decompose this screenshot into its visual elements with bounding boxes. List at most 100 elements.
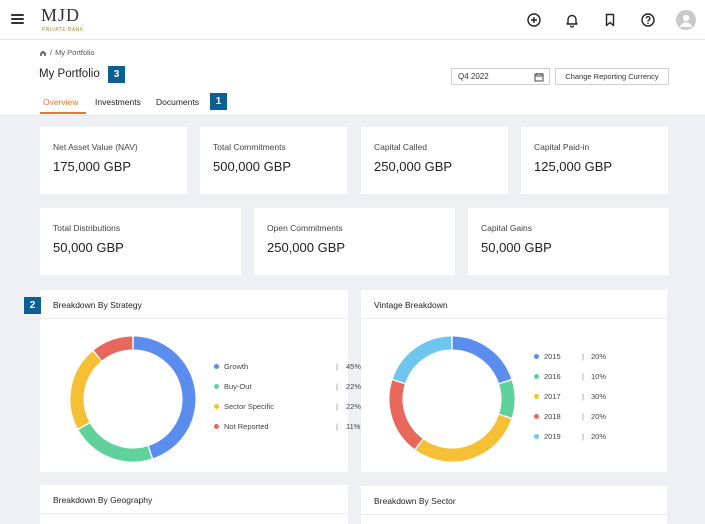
tab-investments[interactable]: Investments <box>95 97 141 107</box>
vintage-breakdown-panel: Vintage Breakdown 2015 | 20% 2016 | 10% 2017 | 3… <box>361 290 667 472</box>
tab-documents[interactable]: Documents <box>156 97 199 107</box>
user-avatar-icon[interactable] <box>676 10 696 30</box>
donut-slice-sector-specific <box>70 351 102 429</box>
legend-label: Buy-Out <box>224 382 252 391</box>
metric-label: Net Asset Value (NAV) <box>53 142 138 152</box>
donut-slice-not-reported <box>93 336 133 361</box>
brand-logo[interactable]: MJD <box>41 5 80 26</box>
change-currency-button[interactable]: Change Reporting Currency <box>555 68 669 85</box>
legend-label: 2019 <box>544 432 561 441</box>
legend-item: 2018 | 20% <box>534 412 611 422</box>
legend-swatch <box>534 374 539 379</box>
metric-value: 50,000 GBP <box>53 240 124 255</box>
legend-item: Not Reported | 11% <box>214 422 366 432</box>
panel-divider <box>361 318 667 319</box>
legend-label: Sector Specific <box>224 402 275 411</box>
legend-separator: | <box>336 382 338 391</box>
donut-slice-growth <box>133 336 196 459</box>
legend-value: 10% <box>591 372 607 381</box>
panel-divider <box>40 318 348 319</box>
legend-value: 22% <box>346 402 362 411</box>
legend-separator: | <box>582 372 584 381</box>
metric-value: 175,000 GBP <box>53 159 132 174</box>
annotation-badge-3: 3 <box>108 66 125 83</box>
vintage-donut-chart <box>389 336 515 462</box>
calendar-icon <box>534 73 544 82</box>
legend-item: 2016 | 10% <box>534 372 611 382</box>
legend-label: 2015 <box>544 352 561 361</box>
metric-card-open-commitments: Open Commitments 250,000 GBP <box>254 208 455 275</box>
legend-value: 20% <box>591 412 607 421</box>
metric-label: Capital Gains <box>481 223 533 233</box>
legend-item: Growth | 45% <box>214 362 366 372</box>
legend-label: 2017 <box>544 392 561 401</box>
legend-swatch <box>534 434 539 439</box>
legend-label: Not Reported <box>224 422 269 431</box>
page-title: My Portfolio <box>39 68 100 80</box>
legend-label: 2018 <box>544 412 561 421</box>
legend-separator: | <box>582 432 584 441</box>
legend-swatch <box>214 404 219 409</box>
metric-label: Capital Paid-in <box>534 142 590 152</box>
legend-value: 20% <box>591 432 607 441</box>
legend-item: 2019 | 20% <box>534 432 611 442</box>
panel-divider <box>40 513 348 514</box>
bookmark-icon[interactable] <box>602 12 618 28</box>
donut-slice-2017 <box>415 414 512 462</box>
donut-slice-2019 <box>392 336 452 384</box>
legend-value: 30% <box>591 392 607 401</box>
metric-label: Capital Called <box>374 142 427 152</box>
legend-separator: | <box>336 422 338 431</box>
panel-title: Breakdown By Strategy <box>53 300 142 310</box>
legend-value: 11% <box>346 422 361 431</box>
panel-title: Breakdown By Sector <box>374 496 456 506</box>
metric-card-nav: Net Asset Value (NAV) 175,000 GBP <box>40 127 187 194</box>
add-circle-icon[interactable] <box>526 12 542 28</box>
metric-value: 500,000 GBP <box>213 159 292 174</box>
metric-card-total-commitments: Total Commitments 500,000 GBP <box>200 127 347 194</box>
legend-label: 2016 <box>544 372 561 381</box>
period-value: Q4 2022 <box>458 72 489 81</box>
legend-item: Buy-Out | 22% <box>214 382 366 392</box>
breadcrumb: / My Portfolio <box>39 48 95 57</box>
metric-value: 50,000 GBP <box>481 240 552 255</box>
active-tab-indicator <box>40 112 86 114</box>
annotation-badge-1: 1 <box>210 93 227 110</box>
tab-overview[interactable]: Overview <box>43 97 78 107</box>
metric-value: 125,000 GBP <box>534 159 613 174</box>
geography-breakdown-panel: Breakdown By Geography <box>40 485 348 524</box>
home-icon[interactable] <box>39 49 47 57</box>
legend-swatch <box>214 424 219 429</box>
bell-icon[interactable] <box>564 12 580 28</box>
annotation-badge-2: 2 <box>24 297 41 314</box>
legend-item: 2017 | 30% <box>534 392 611 402</box>
legend-value: 22% <box>346 382 362 391</box>
donut-slice-2018 <box>389 380 423 450</box>
legend-swatch <box>214 384 219 389</box>
legend-swatch <box>534 414 539 419</box>
sector-breakdown-panel: Breakdown By Sector <box>361 486 667 524</box>
help-icon[interactable] <box>640 12 656 28</box>
legend-separator: | <box>582 352 584 361</box>
donut-slice-2016 <box>499 380 515 418</box>
legend-label: Growth <box>224 362 249 371</box>
legend-swatch <box>214 364 219 369</box>
top-bar: MJD PRIVATE BANK <box>0 0 705 40</box>
breadcrumb-separator: / <box>50 48 53 57</box>
period-select[interactable]: Q4 2022 <box>451 68 550 85</box>
strategy-breakdown-panel: Breakdown By Strategy Growth | 45% Buy-Out |… <box>40 290 361 472</box>
strategy-donut-chart <box>70 336 196 462</box>
metric-label: Open Commitments <box>267 223 343 233</box>
legend-item: 2015 | 20% <box>534 352 611 362</box>
page-header: / My Portfolio My Portfolio 3 Q4 2022 Ch… <box>0 40 705 116</box>
metric-card-total-distributions: Total Distributions 50,000 GBP <box>40 208 241 275</box>
metric-value: 250,000 GBP <box>374 159 453 174</box>
legend-item: Sector Specific | 22% <box>214 402 366 412</box>
menu-icon[interactable] <box>11 14 24 25</box>
metric-label: Total Distributions <box>53 223 121 233</box>
brand-tagline: PRIVATE BANK <box>42 27 84 33</box>
metric-card-capital-gains: Capital Gains 50,000 GBP <box>468 208 669 275</box>
metric-value: 250,000 GBP <box>267 240 346 255</box>
legend-separator: | <box>336 362 338 371</box>
donut-slice-2015 <box>452 336 512 384</box>
